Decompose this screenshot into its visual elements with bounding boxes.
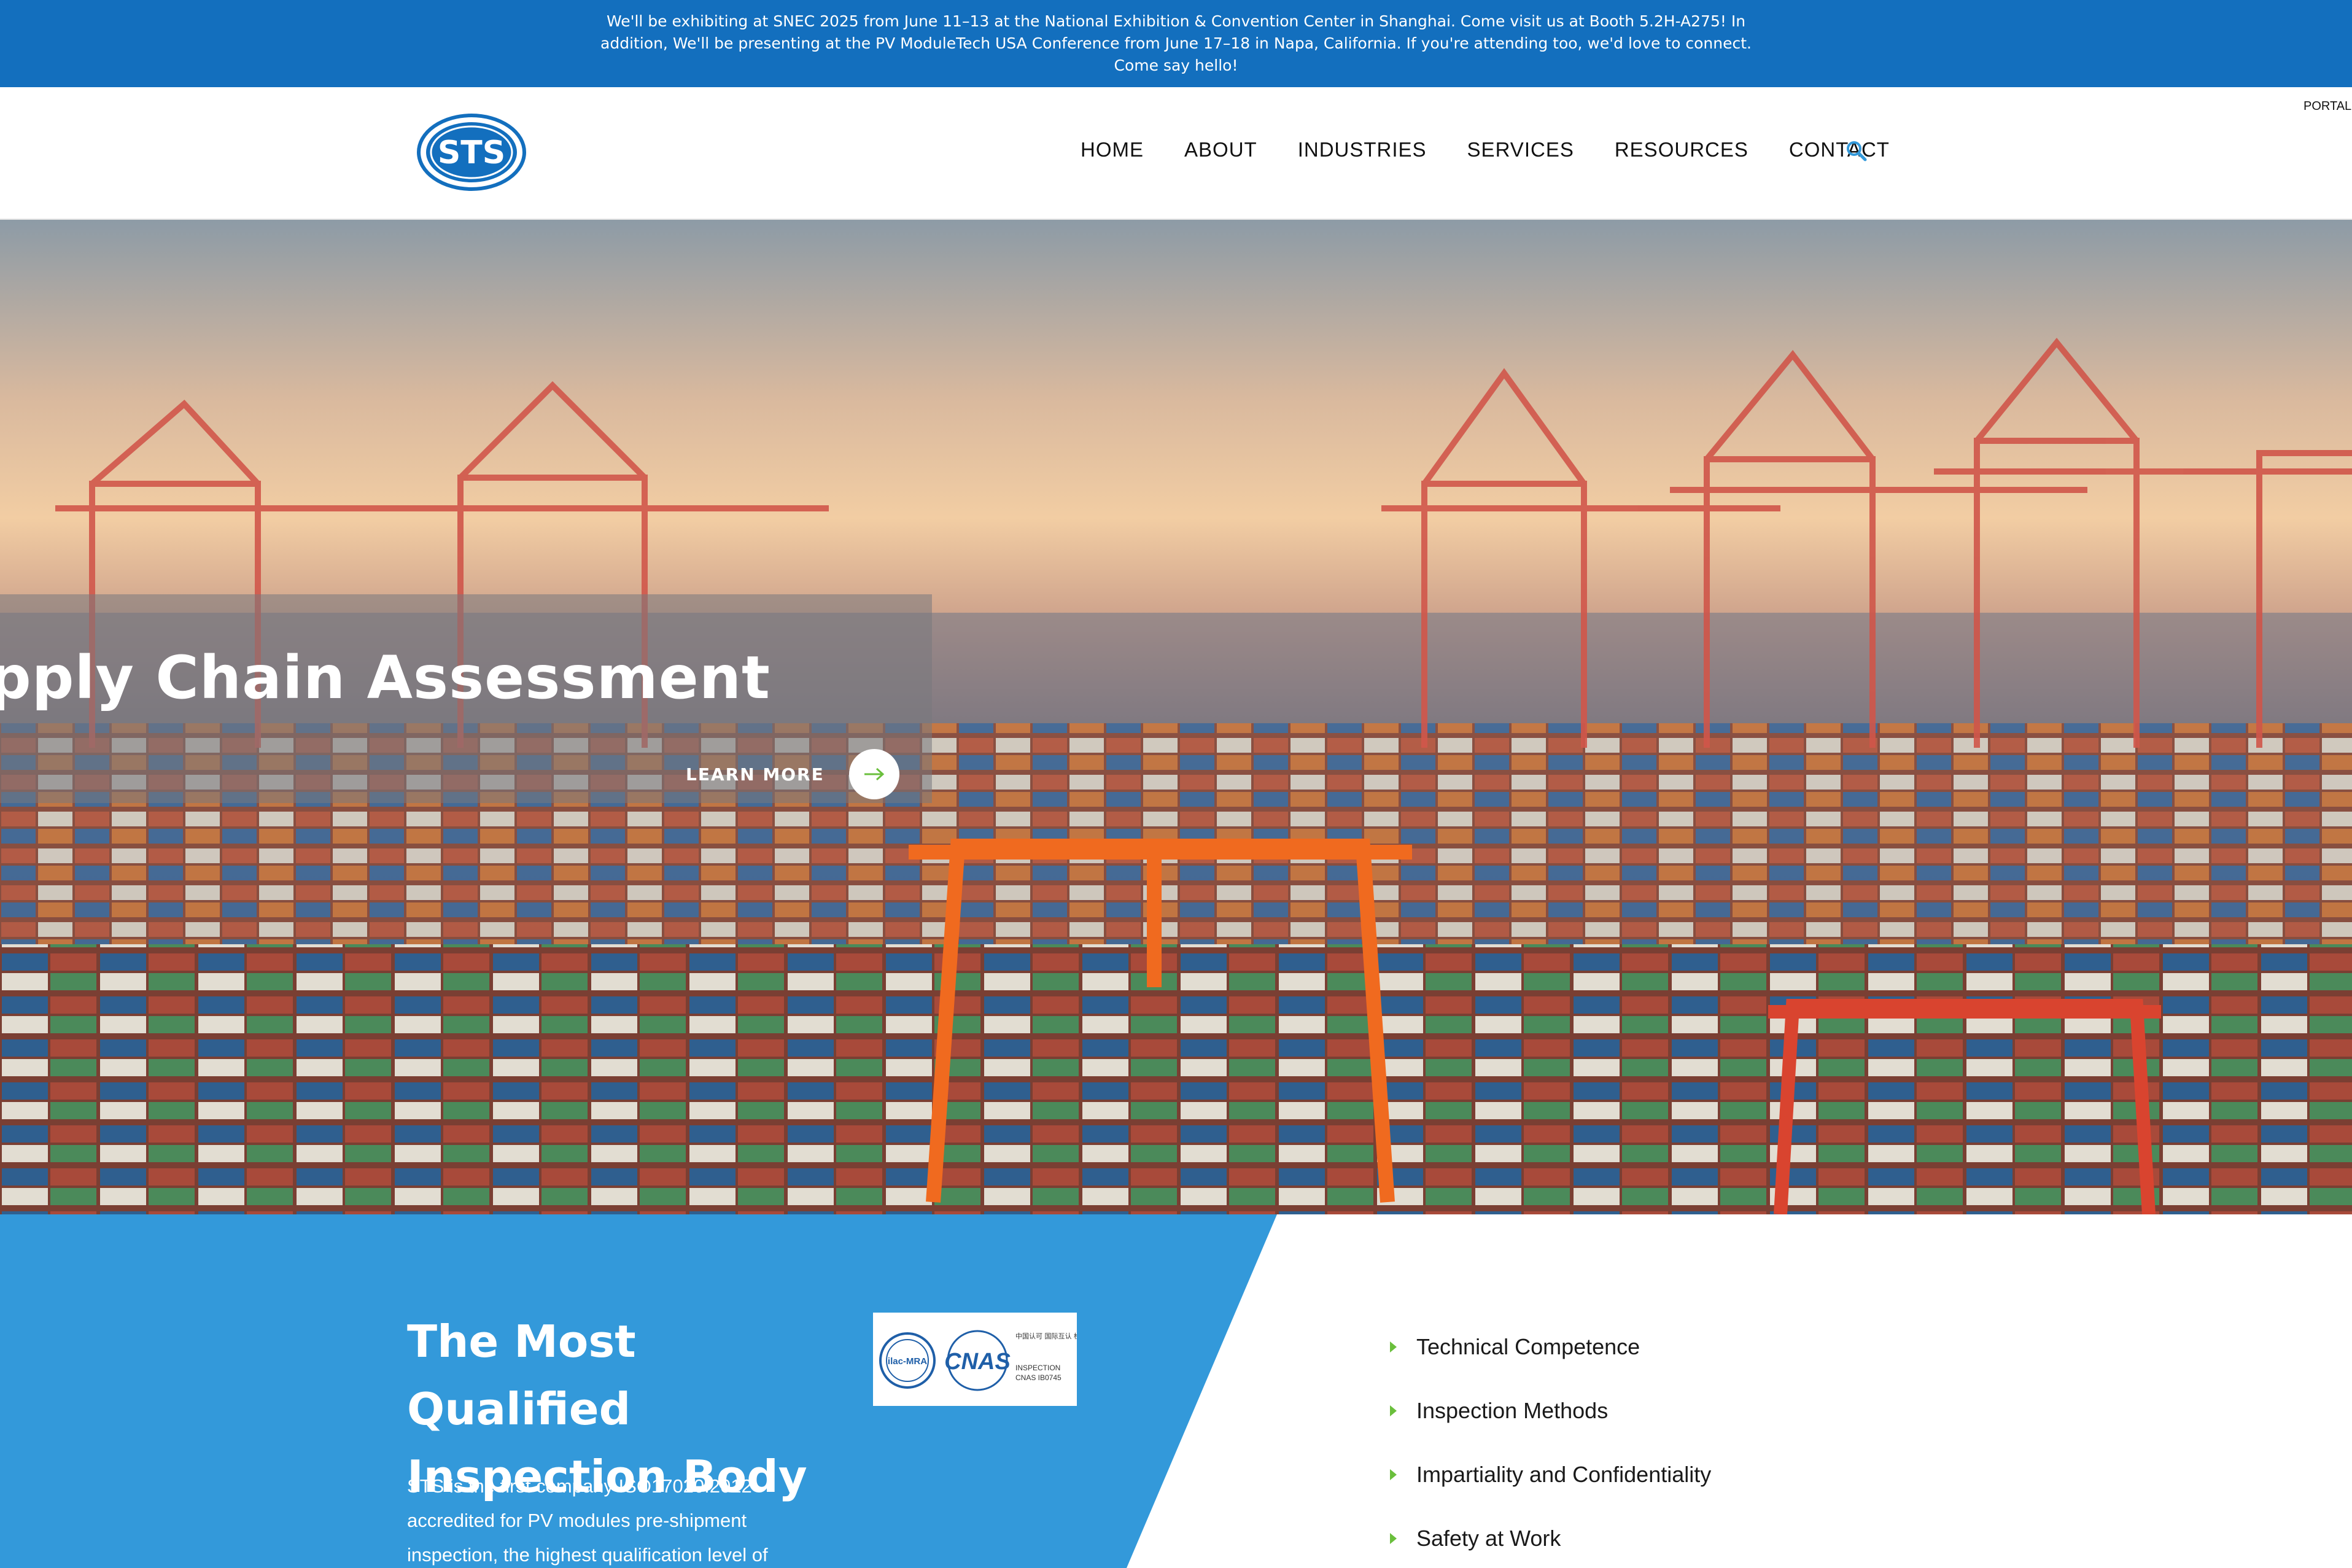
nav-about[interactable]: ABOUT <box>1184 138 1257 161</box>
list-item: Inspection Methods <box>1390 1379 1711 1443</box>
sts-logo[interactable]: STS <box>416 113 527 192</box>
triangle-bullet-icon <box>1390 1533 1397 1544</box>
site-header: STS HOME ABOUT INDUSTRIES SERVICES RESOU… <box>0 87 2352 220</box>
chinese-text: 中国认可 国际互认 检验 <box>1015 1332 1077 1340</box>
hero-banner: pply Chain Assessment LEARN MORE <box>0 220 2352 1214</box>
arrow-right-icon <box>848 749 899 799</box>
cnas-code-text: CNAS IB0745 <box>1015 1373 1062 1382</box>
accreditation-badge: ilac-MRA CNAS 中国认可 国际互认 检验 INSPECTION CN… <box>873 1313 1077 1406</box>
learn-more-button[interactable]: LEARN MORE <box>686 749 899 799</box>
feature-label: Safety at Work <box>1416 1526 1561 1551</box>
nav-services[interactable]: SERVICES <box>1467 138 1574 161</box>
triangle-bullet-icon <box>1390 1341 1397 1353</box>
main-nav: HOME ABOUT INDUSTRIES SERVICES RESOURCES… <box>1081 138 1890 161</box>
logo-text: STS <box>438 134 505 171</box>
search-icon[interactable] <box>1844 139 1869 163</box>
nav-industries[interactable]: INDUSTRIES <box>1298 138 1427 161</box>
inspection-text: INSPECTION <box>1015 1364 1060 1372</box>
triangle-bullet-icon <box>1390 1469 1397 1480</box>
announcement-bar: We'll be exhibiting at SNEC 2025 from Ju… <box>0 0 2352 87</box>
blue-panel <box>0 1214 1277 1568</box>
triangle-bullet-icon <box>1390 1405 1397 1416</box>
ilac-text: ilac-MRA <box>888 1356 927 1367</box>
feature-label: Impartiality and Confidentiality <box>1416 1462 1712 1487</box>
feature-label: Technical Competence <box>1416 1334 1640 1359</box>
feature-label: Inspection Methods <box>1416 1398 1609 1423</box>
list-item: Technical Competence <box>1390 1315 1711 1379</box>
portal-link[interactable]: PORTAL <box>2303 99 2351 114</box>
nav-home[interactable]: HOME <box>1081 138 1144 161</box>
nav-contact[interactable]: CONTACT <box>1789 138 1890 161</box>
cnas-text: CNAS <box>944 1349 1011 1375</box>
nav-resources[interactable]: RESOURCES <box>1615 138 1748 161</box>
list-item: Safety at Work <box>1390 1507 1711 1568</box>
announcement-text: We'll be exhibiting at SNEC 2025 from Ju… <box>600 12 1752 74</box>
hero-title: pply Chain Assessment <box>0 643 770 712</box>
section-body: STS is the first company ISO17020:2012 a… <box>407 1475 768 1566</box>
qualification-section: The Most Qualified Inspection Body STS i… <box>0 1214 2352 1568</box>
list-item: Impartiality and Confidentiality <box>1390 1443 1711 1507</box>
learn-more-label: LEARN MORE <box>686 764 825 785</box>
feature-list: Technical Competence Inspection Methods … <box>1390 1315 1711 1568</box>
